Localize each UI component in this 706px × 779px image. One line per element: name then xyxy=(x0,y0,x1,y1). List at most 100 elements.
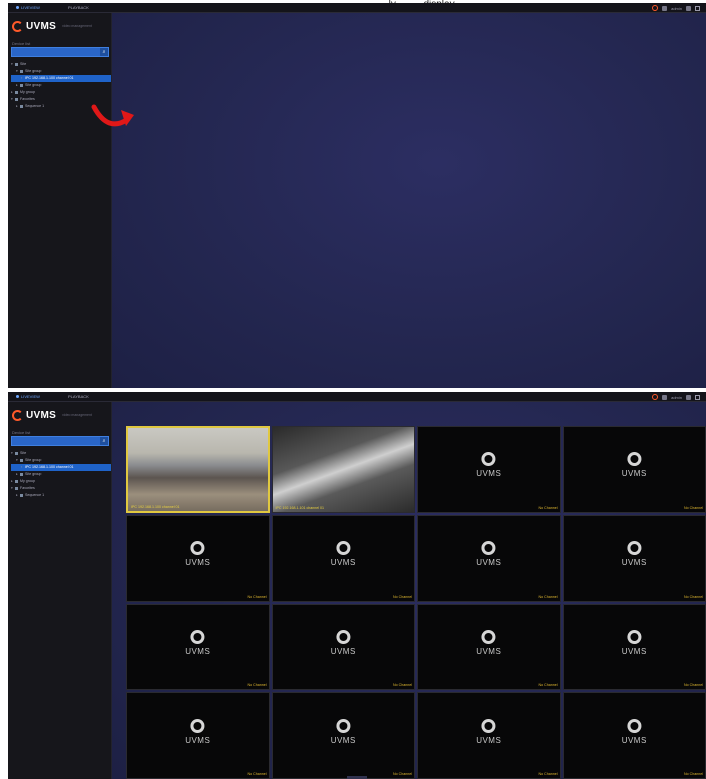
tree-item-label: Favorites xyxy=(20,486,35,490)
video-tile-empty[interactable]: UVMS No Channel xyxy=(271,603,415,691)
placeholder-brand: UVMS xyxy=(476,452,501,478)
tree-item[interactable]: ▸ My group xyxy=(11,478,111,485)
brand-text: UVMS xyxy=(476,469,502,479)
folder-icon xyxy=(20,458,23,462)
uvms-logo-icon xyxy=(336,629,351,644)
tab-playback[interactable]: PLAYBACK xyxy=(64,392,93,402)
placeholder-brand: UVMS xyxy=(185,541,210,567)
camera-label: IPC 192.168.1.101 channel 01 xyxy=(275,505,325,510)
video-tile-empty[interactable]: UVMS No Channel xyxy=(417,692,561,779)
brand-text: UVMS xyxy=(621,469,647,479)
brand-text: UVMS xyxy=(330,646,356,656)
title-bar: LIVEVIEW PLAYBACK admin xyxy=(8,392,706,402)
tree-item[interactable]: ▸ Site group xyxy=(11,82,111,89)
video-tile-camera[interactable]: IPC 192.168.1.101 channel 01 xyxy=(271,426,415,513)
tab-label: LIVEVIEW xyxy=(21,5,40,10)
user-name: admin xyxy=(671,5,682,11)
no-channel-label: No Channel xyxy=(247,594,267,599)
user-icon[interactable] xyxy=(662,5,668,11)
video-tile-empty[interactable]: UVMS No Channel xyxy=(562,514,706,602)
video-tile-empty[interactable]: UVMS No Channel xyxy=(271,692,415,779)
tree-item[interactable]: ▾ Site group xyxy=(11,457,111,464)
tree-item-camera-selected[interactable]: ▪ IPC 192.168.1.100 channel 01 xyxy=(11,464,111,471)
tree-item-label: Sequence 1 xyxy=(25,104,45,108)
brand-text: UVMS xyxy=(621,735,647,745)
device-tree: ▾ Site ▾ Site group ▪ IPC 192.168.1.100 cha… xyxy=(11,450,111,499)
tree-item-label: Favorites xyxy=(20,97,35,101)
search-icon[interactable]: ⌕ xyxy=(100,48,108,56)
device-list-label: Device list xyxy=(12,430,31,435)
video-tile-empty[interactable]: UVMS No Channel xyxy=(126,514,270,602)
logo: UVMS video management xyxy=(12,408,92,422)
tree-item-label: Site xyxy=(20,451,27,455)
uvms-logo-icon xyxy=(190,541,205,556)
tree-item-camera-selected[interactable]: ▪ IPC 192.168.1.100 channel 01 xyxy=(11,75,111,82)
tree-item[interactable]: ▾ Site xyxy=(11,450,111,457)
video-tile-empty[interactable]: UVMS No Channel xyxy=(271,514,415,602)
maximize-icon[interactable] xyxy=(695,5,700,11)
placeholder-brand: UVMS xyxy=(330,629,356,656)
tray: admin xyxy=(652,5,700,11)
folder-icon xyxy=(15,486,18,490)
tab-liveview[interactable]: LIVEVIEW xyxy=(12,3,44,13)
video-tile-empty[interactable]: UVMS No Channel xyxy=(126,692,270,779)
folder-icon xyxy=(15,97,18,101)
placeholder-brand: UVMS xyxy=(476,541,501,567)
brand-text: UVMS xyxy=(476,735,502,745)
placeholder-brand: UVMS xyxy=(331,541,356,567)
no-channel-label: No Channel xyxy=(393,594,412,599)
no-channel-label: No Channel xyxy=(684,772,703,776)
search-input[interactable] xyxy=(12,48,100,56)
logo-subtitle: video management xyxy=(62,413,92,417)
logo-text: UVMS xyxy=(26,409,57,421)
tree-item[interactable]: ▸ Sequence 1 xyxy=(11,492,111,499)
video-tile-empty[interactable]: UVMS No Channel xyxy=(562,692,706,779)
search-box: ⌕ xyxy=(11,47,109,57)
uvms-logo-icon xyxy=(481,629,496,644)
record-icon[interactable] xyxy=(652,394,659,400)
tab-liveview[interactable]: LIVEVIEW xyxy=(12,392,44,402)
folder-icon xyxy=(15,90,18,94)
search-icon[interactable]: ⌕ xyxy=(100,437,108,445)
brand-text: UVMS xyxy=(185,558,211,568)
user-icon[interactable] xyxy=(662,394,668,400)
tree-item-label: Site group xyxy=(25,69,42,73)
video-tile-empty[interactable]: UVMS No Channel xyxy=(562,426,706,513)
uvms-logo-icon xyxy=(336,718,351,733)
video-tile-empty[interactable]: UVMS No Channel xyxy=(417,426,561,513)
tree-item[interactable]: ▾ Favorites xyxy=(11,485,111,492)
no-channel-label: No Channel xyxy=(393,683,412,688)
video-tile-camera[interactable]: IPC 192.168.1.100 channel 01 xyxy=(126,426,270,513)
video-tile-empty[interactable]: UVMS No Channel xyxy=(417,603,561,691)
tree-item[interactable]: ▸ Site group xyxy=(11,471,111,478)
folder-icon xyxy=(20,83,23,87)
search-input[interactable] xyxy=(12,437,100,445)
placeholder-brand: UVMS xyxy=(331,718,356,745)
liveview-icon xyxy=(16,6,19,10)
title-bar: LIVEVIEW PLAYBACK admin xyxy=(8,3,706,13)
app-window-before: LIVEVIEW PLAYBACK admin UVMS video manag… xyxy=(8,3,706,388)
camera-label: IPC 192.168.1.100 channel 01 xyxy=(131,504,180,509)
logo: UVMS video management xyxy=(12,19,92,33)
settings-icon[interactable] xyxy=(686,394,691,400)
video-grid: IPC 192.168.1.100 channel 01 IPC 192.168.… xyxy=(126,426,706,779)
tree-item[interactable]: ▾ Site group xyxy=(11,68,111,75)
folder-icon xyxy=(15,62,18,66)
live-view-area[interactable] xyxy=(112,13,706,388)
no-channel-label: No Channel xyxy=(393,772,412,776)
settings-icon[interactable] xyxy=(686,5,691,11)
video-tile-empty[interactable]: UVMS No Channel xyxy=(417,514,561,602)
video-tile-empty[interactable]: UVMS No Channel xyxy=(126,603,270,691)
no-channel-label: No Channel xyxy=(684,683,703,688)
brand-text: UVMS xyxy=(185,735,211,745)
uvms-logo-icon xyxy=(12,409,23,421)
logo-text: UVMS xyxy=(26,20,57,32)
uvms-logo-icon xyxy=(481,541,496,556)
record-icon[interactable] xyxy=(652,5,659,11)
maximize-icon[interactable] xyxy=(695,394,700,400)
tree-item[interactable]: ▾ Site xyxy=(11,61,111,68)
tab-playback[interactable]: PLAYBACK xyxy=(64,3,93,13)
tree-item[interactable]: ▸ My group xyxy=(11,89,111,96)
placeholder-brand: UVMS xyxy=(476,629,501,656)
video-tile-empty[interactable]: UVMS No Channel xyxy=(562,603,706,691)
